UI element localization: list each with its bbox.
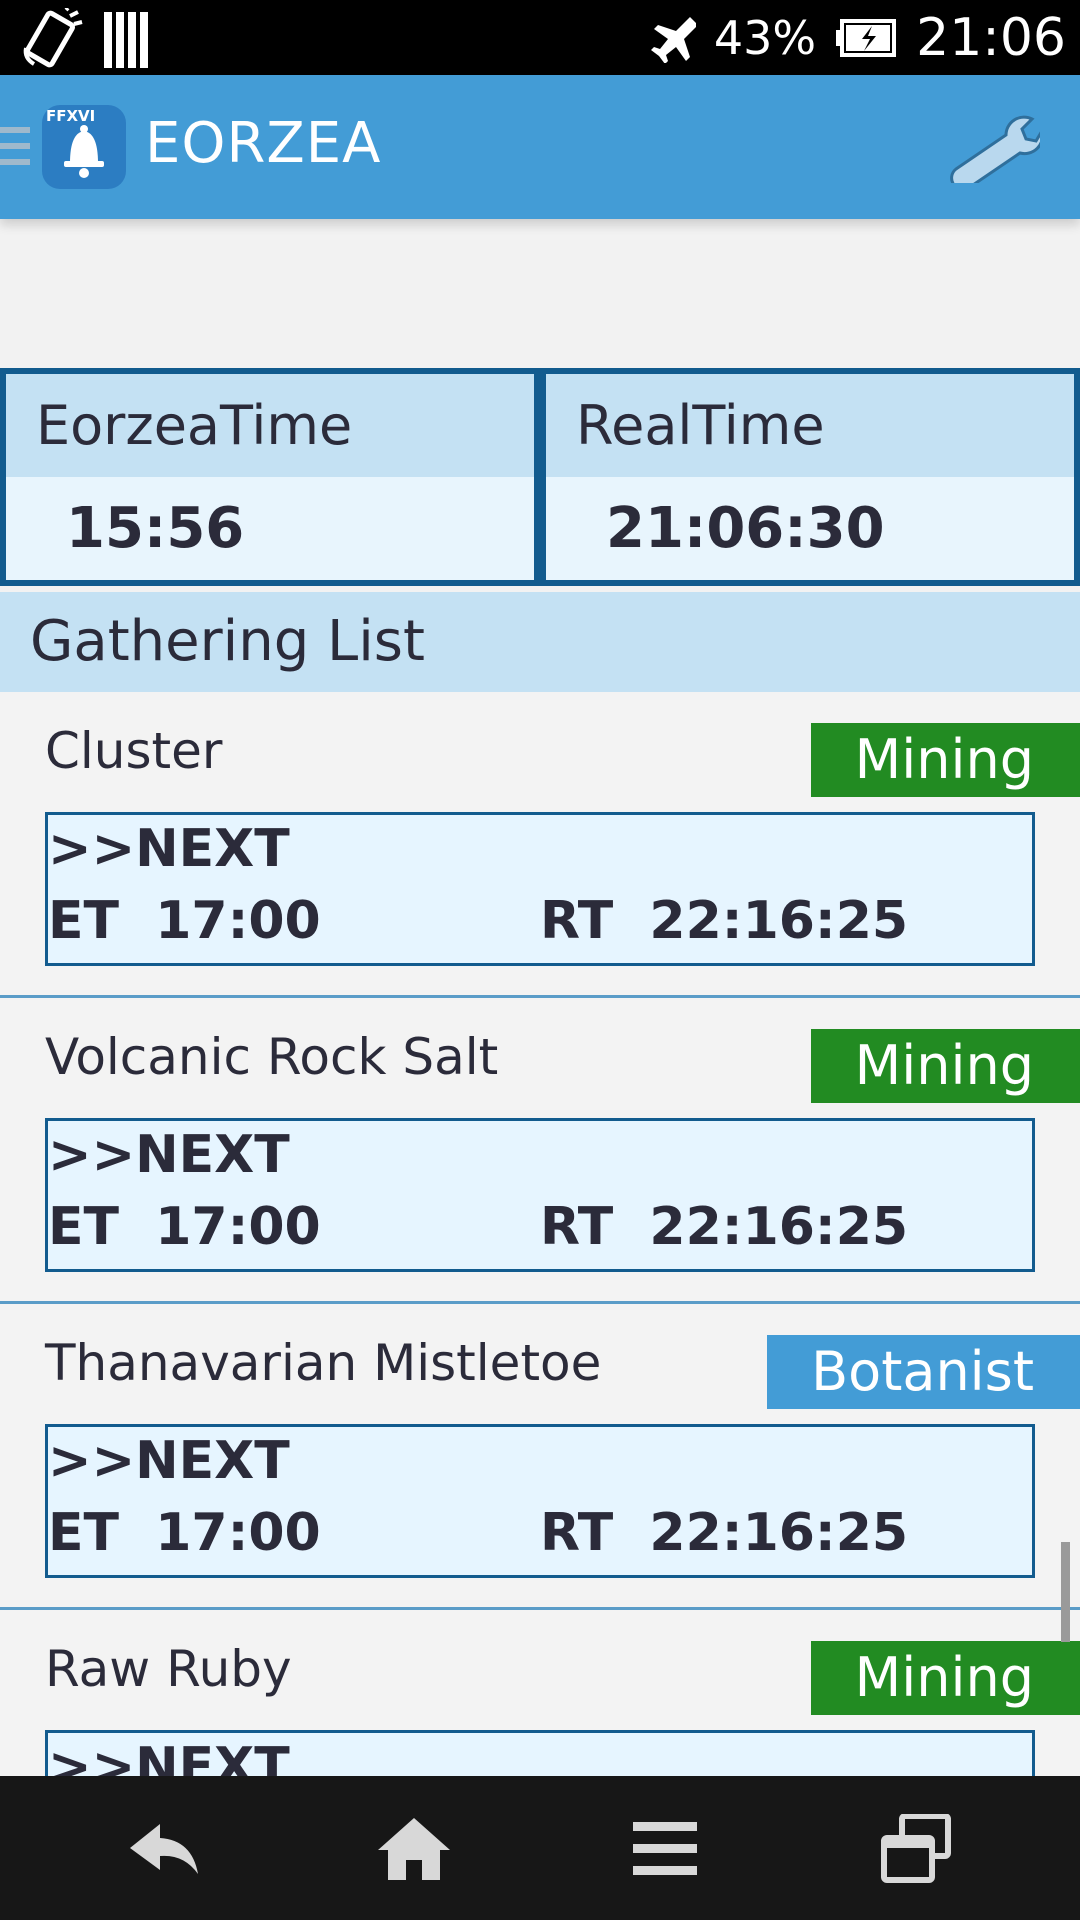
list-item[interactable]: Volcanic Rock Salt Mining >>NEXT ET 17:0… [0,998,1080,1304]
type-badge: Mining [810,1029,1080,1103]
rt-time: RT 22:16:25 [540,1503,909,1563]
next-label: >>NEXT [48,819,290,879]
app-logo[interactable]: FFXVI [42,105,126,189]
signal-bars-icon [104,12,148,68]
gathering-list[interactable]: Cluster Mining >>NEXT ET 17:00 RT 22:16:… [0,692,1080,1776]
et-time: ET 17:00 [48,891,321,951]
eorzea-time-label: EorzeaTime [6,374,534,477]
next-label: >>NEXT [48,1431,290,1491]
real-time-label: RealTime [546,374,1074,477]
type-badge: Botanist [767,1335,1080,1409]
rt-time: RT 22:16:25 [540,891,909,951]
next-box: >>NEXT ET 17:00 RT 22:16:25 [45,812,1035,966]
list-item[interactable]: Raw Ruby Mining >>NEXT [0,1610,1080,1776]
next-label: >>NEXT [48,1125,290,1185]
battery-percent: 43% [713,10,817,65]
rt-time: RT 22:16:25 [540,1197,909,1257]
back-icon[interactable] [124,1814,204,1884]
item-name: Raw Ruby [45,1640,292,1698]
navigation-bar [0,1776,1080,1920]
menu-icon[interactable] [625,1814,705,1884]
clock: 21:06 [916,7,1066,68]
type-badge: Mining [810,1641,1080,1715]
app-title: EORZEA [145,111,382,176]
et-time: ET 17:00 [48,1503,321,1563]
wrench-icon[interactable] [950,113,1040,183]
real-time-value: 21:06:30 [606,496,885,561]
next-label: >>NEXT [48,1737,290,1776]
item-name: Thanavarian Mistletoe [45,1334,602,1392]
eorzea-time-value: 15:56 [66,496,245,561]
list-item[interactable]: Cluster Mining >>NEXT ET 17:00 RT 22:16:… [0,692,1080,998]
next-box: >>NEXT ET 17:00 RT 22:16:25 [45,1118,1035,1272]
airplane-icon [650,16,696,63]
eorzea-time-cell: EorzeaTime 15:56 [6,374,534,580]
battery-charging-icon [836,18,897,57]
rotate-icon [23,8,83,68]
app-bar: FFXVI EORZEA [0,75,1080,219]
scrollbar[interactable] [1061,1542,1070,1642]
real-time-cell: RealTime 21:06:30 [546,374,1074,580]
item-name: Cluster [45,722,223,780]
type-badge: Mining [810,723,1080,797]
bell-logo-icon [64,125,104,178]
drawer-icon[interactable] [0,127,30,167]
recent-apps-icon[interactable] [876,1814,956,1884]
et-time: ET 17:00 [48,1197,321,1257]
item-name: Volcanic Rock Salt [45,1028,499,1086]
list-item[interactable]: Thanavarian Mistletoe Botanist >>NEXT ET… [0,1304,1080,1610]
status-bar: 43% 21:06 [0,0,1080,75]
gathering-list-header: Gathering List [0,592,1080,692]
next-box: >>NEXT [45,1730,1035,1776]
next-box: >>NEXT ET 17:00 RT 22:16:25 [45,1424,1035,1578]
home-icon[interactable] [374,1814,454,1884]
time-panel: EorzeaTime 15:56 RealTime 21:06:30 [0,368,1080,586]
